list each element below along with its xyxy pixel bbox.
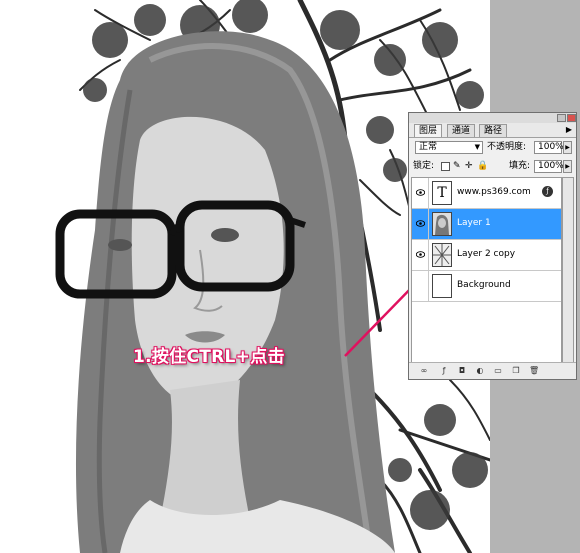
layers-list: T www.ps369.com ƒ Layer 1 Layer 2 copy B… bbox=[411, 177, 562, 363]
layer-name: Background bbox=[457, 280, 511, 290]
fill-label: 填充: bbox=[509, 161, 531, 171]
minimize-icon[interactable] bbox=[557, 114, 566, 122]
divider bbox=[428, 209, 429, 239]
lock-label: 锁定: bbox=[413, 161, 435, 171]
fill-input[interactable]: 100% bbox=[534, 160, 564, 173]
panel-titlebar[interactable] bbox=[409, 113, 576, 123]
layers-scrollbar[interactable] bbox=[562, 177, 574, 363]
lock-image-icon[interactable]: ✎ bbox=[453, 160, 461, 173]
panel-tabs: 图层 通道 路径 ▶ bbox=[409, 123, 576, 138]
eye-icon[interactable] bbox=[416, 189, 425, 196]
blend-row: 正常 ▼ 不透明度: 100% ▶ bbox=[409, 140, 576, 156]
opacity-value: 100% bbox=[538, 142, 564, 152]
layer-thumbnail bbox=[432, 212, 452, 236]
layer-mask-icon[interactable]: ◘ bbox=[457, 366, 467, 376]
opacity-input[interactable]: 100% bbox=[534, 141, 564, 154]
opacity-slider-arrow-icon[interactable]: ▶ bbox=[563, 141, 572, 154]
layer-row-text[interactable]: T www.ps369.com ƒ bbox=[412, 178, 561, 209]
lock-all-icon[interactable]: 🔒 bbox=[477, 160, 488, 173]
new-group-icon[interactable]: ▭ bbox=[493, 366, 503, 376]
tab-paths[interactable]: 路径 bbox=[479, 124, 508, 137]
layer-row-layer-1[interactable]: Layer 1 bbox=[412, 209, 561, 240]
annotation-text: 1.按住CTRL+点击 bbox=[133, 347, 285, 367]
divider bbox=[428, 271, 429, 301]
new-layer-icon[interactable]: ❐ bbox=[511, 366, 521, 376]
adjustment-layer-icon[interactable]: ◐ bbox=[475, 366, 485, 376]
link-layers-icon[interactable]: ∞ bbox=[419, 366, 429, 376]
layers-panel: 图层 通道 路径 ▶ 正常 ▼ 不透明度: 100% ▶ 锁定: ✎ ✛ 🔒 填… bbox=[408, 112, 577, 380]
layer-row-background[interactable]: Background bbox=[412, 271, 561, 302]
opacity-label: 不透明度: bbox=[487, 142, 527, 152]
lock-transparent-icon[interactable] bbox=[441, 162, 450, 171]
layer-name: www.ps369.com bbox=[457, 187, 531, 197]
fill-value: 100% bbox=[538, 161, 564, 171]
layer-thumbnail bbox=[432, 243, 452, 267]
delete-layer-icon[interactable]: 🗑 bbox=[529, 366, 539, 376]
chevron-down-icon: ▼ bbox=[474, 143, 480, 151]
text-layer-thumbnail-icon: T bbox=[432, 181, 452, 205]
divider bbox=[428, 240, 429, 270]
layer-effects-icon[interactable]: ƒ bbox=[542, 186, 553, 197]
panel-bottom-toolbar: ∞ ƒ ◘ ◐ ▭ ❐ 🗑 bbox=[409, 362, 576, 379]
fill-slider-arrow-icon[interactable]: ▶ bbox=[563, 160, 572, 173]
blend-mode-select[interactable]: 正常 ▼ bbox=[415, 141, 483, 154]
lock-position-icon[interactable]: ✛ bbox=[465, 160, 473, 173]
layer-row-layer-2-copy[interactable]: Layer 2 copy bbox=[412, 240, 561, 271]
layer-thumbnail bbox=[432, 274, 452, 298]
eye-icon[interactable] bbox=[416, 251, 425, 258]
neck bbox=[160, 380, 250, 520]
layer-style-icon[interactable]: ƒ bbox=[439, 366, 449, 376]
blend-mode-value: 正常 bbox=[419, 142, 438, 152]
divider bbox=[428, 178, 429, 208]
tab-layers[interactable]: 图层 bbox=[414, 124, 443, 137]
eye-icon[interactable] bbox=[416, 220, 425, 227]
panel-menu-icon[interactable]: ▶ bbox=[566, 125, 572, 134]
close-icon[interactable] bbox=[567, 114, 576, 122]
lock-row: 锁定: ✎ ✛ 🔒 填充: 100% ▶ bbox=[409, 159, 576, 175]
layer-name: Layer 1 bbox=[457, 218, 491, 228]
layer-name: Layer 2 copy bbox=[457, 249, 516, 259]
tab-channels[interactable]: 通道 bbox=[447, 124, 476, 137]
